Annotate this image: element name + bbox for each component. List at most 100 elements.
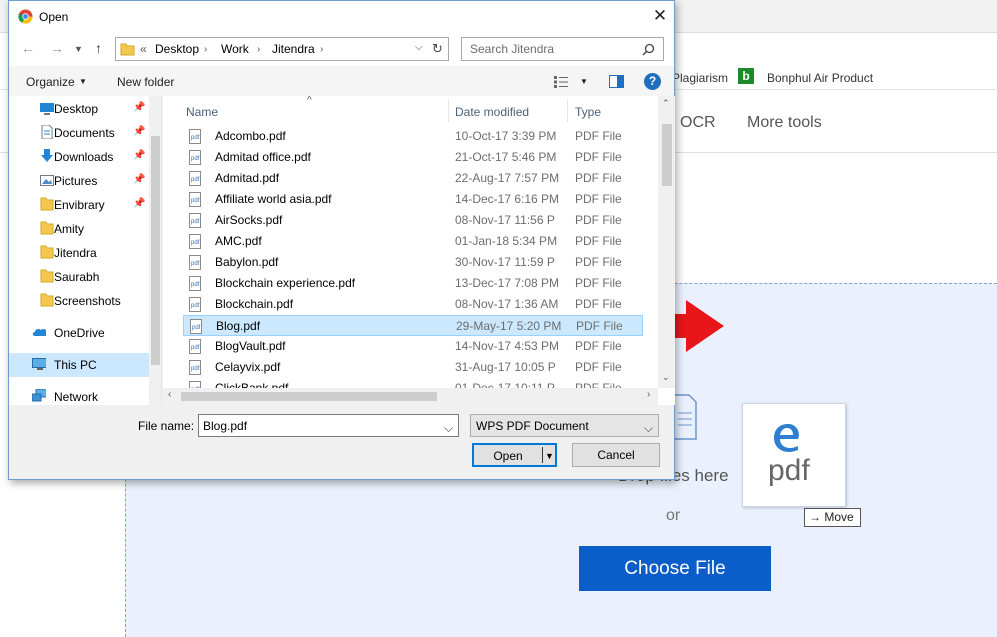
nav-item-label: Documents bbox=[54, 126, 115, 140]
this-pc-icon bbox=[32, 358, 46, 370]
open-button[interactable]: Open ▼ bbox=[472, 443, 557, 467]
forward-arrow-icon[interactable]: → bbox=[50, 40, 64, 56]
view-options-icon[interactable] bbox=[554, 76, 570, 88]
file-row[interactable]: Babylon.pdf 30-Nov-17 11:59 P PDF File bbox=[183, 252, 643, 273]
address-dropdown-icon[interactable]: ⌵ bbox=[415, 42, 423, 53]
file-type: PDF File bbox=[575, 297, 622, 311]
nav-item-pictures[interactable]: Pictures 📌 bbox=[9, 169, 149, 193]
file-row[interactable]: Blog.pdf 29-May-17 5:20 PM PDF File bbox=[183, 315, 643, 336]
organize-chevron-icon: ▼ bbox=[79, 77, 87, 86]
column-date-modified[interactable]: Date modified bbox=[455, 105, 529, 119]
pin-icon: 📌 bbox=[133, 126, 146, 137]
file-date: 14-Dec-17 6:16 PM bbox=[455, 192, 560, 206]
dialog-toolbar: Organize ▼ New folder ▼ ? bbox=[9, 66, 674, 96]
file-row[interactable]: AMC.pdf 01-Jan-18 5:34 PM PDF File bbox=[183, 231, 643, 252]
file-type: PDF File bbox=[575, 339, 622, 353]
file-name-field[interactable]: Blog.pdf ⌵ bbox=[198, 414, 459, 437]
cancel-button[interactable]: Cancel bbox=[572, 443, 660, 467]
file-row[interactable]: Admitad.pdf 22-Aug-17 7:57 PM PDF File bbox=[183, 168, 643, 189]
column-type[interactable]: Type bbox=[575, 105, 601, 119]
breadcrumb-desktop[interactable]: Desktop bbox=[155, 42, 199, 56]
address-bar[interactable]: « Desktop › Work › Jitendra › ⌵ ↻ bbox=[115, 37, 449, 61]
nav-item-label: Desktop bbox=[54, 102, 99, 116]
nav-item-label: Pictures bbox=[54, 174, 98, 188]
up-arrow-icon[interactable]: ↑ bbox=[95, 40, 102, 56]
column-separator[interactable] bbox=[448, 100, 449, 122]
nav-scrollbar-thumb[interactable] bbox=[151, 136, 160, 365]
navigation-pane: Desktop 📌 Documents 📌 Downloads 📌 Pictur… bbox=[9, 96, 162, 405]
nav-item-label: Jitendra bbox=[54, 246, 97, 260]
nav-item-downloads[interactable]: Downloads 📌 bbox=[9, 145, 149, 169]
nav-ocr[interactable]: OCR bbox=[680, 114, 716, 132]
scroll-up-icon[interactable]: ⌃ bbox=[662, 98, 670, 109]
breadcrumb-work[interactable]: Work bbox=[221, 42, 249, 56]
pdf-file-icon bbox=[189, 234, 201, 249]
document-ghost-icon bbox=[673, 394, 697, 440]
search-input[interactable]: Search Jitendra bbox=[461, 37, 664, 61]
bookmark-bonphul[interactable]: Bonphul Air Product bbox=[767, 71, 873, 85]
nav-more-tools[interactable]: More tools bbox=[747, 114, 822, 132]
preview-pane-icon[interactable] bbox=[609, 75, 624, 88]
file-row[interactable]: Celayvix.pdf 31-Aug-17 10:05 P PDF File bbox=[183, 357, 643, 378]
pictures-icon bbox=[40, 175, 54, 186]
file-row[interactable]: Admitad office.pdf 21-Oct-17 5:46 PM PDF F… bbox=[183, 147, 643, 168]
pin-icon: 📌 bbox=[133, 102, 146, 113]
view-chevron-icon[interactable]: ▼ bbox=[580, 77, 588, 86]
nav-item-saurabh[interactable]: Saurabh bbox=[9, 265, 149, 289]
scroll-right-icon[interactable]: › bbox=[647, 389, 650, 400]
breadcrumb-overflow[interactable]: « bbox=[140, 42, 147, 56]
nav-scrollbar[interactable] bbox=[149, 96, 161, 405]
choose-file-button[interactable]: Choose File bbox=[579, 546, 771, 591]
nav-item-this-pc[interactable]: This PC bbox=[9, 353, 149, 377]
file-row[interactable]: AirSocks.pdf 08-Nov-17 11:56 P PDF File bbox=[183, 210, 643, 231]
nav-item-amity[interactable]: Amity bbox=[9, 217, 149, 241]
file-list-hscroll-thumb[interactable] bbox=[181, 392, 437, 401]
nav-item-screenshots[interactable]: Screenshots bbox=[9, 289, 149, 313]
breadcrumb-jitendra[interactable]: Jitendra bbox=[272, 42, 315, 56]
nav-item-documents[interactable]: Documents 📌 bbox=[9, 121, 149, 145]
file-row[interactable]: Blockchain experience.pdf 13-Dec-17 7:08 … bbox=[183, 273, 643, 294]
close-button[interactable]: ✕ bbox=[650, 5, 670, 27]
file-name-dropdown-icon[interactable]: ⌵ bbox=[444, 421, 453, 436]
chrome-logo-icon bbox=[18, 9, 33, 24]
nav-item-envibrary[interactable]: Envibrary 📌 bbox=[9, 193, 149, 217]
back-arrow-icon[interactable]: ← bbox=[21, 40, 35, 56]
bookmark-plagiarism[interactable]: Plagiarism bbox=[672, 71, 728, 85]
file-list-hscrollbar[interactable]: ‹ › bbox=[163, 388, 658, 405]
move-arrow-icon: → bbox=[809, 510, 821, 524]
scroll-down-icon[interactable]: ⌄ bbox=[662, 372, 670, 383]
search-placeholder: Search Jitendra bbox=[470, 42, 555, 56]
folder-icon bbox=[40, 269, 54, 283]
file-row[interactable]: BlogVault.pdf 14-Nov-17 4:53 PM PDF File bbox=[183, 336, 643, 357]
folder-icon bbox=[40, 293, 54, 307]
open-dropdown-icon[interactable]: ▼ bbox=[545, 445, 554, 467]
nav-item-jitendra[interactable]: Jitendra bbox=[9, 241, 149, 265]
file-type: PDF File bbox=[575, 171, 622, 185]
organize-button[interactable]: Organize bbox=[26, 75, 75, 89]
pin-icon: 📌 bbox=[133, 174, 146, 185]
file-date: 14-Nov-17 4:53 PM bbox=[455, 339, 560, 353]
scroll-left-icon[interactable]: ‹ bbox=[168, 389, 171, 400]
file-name-value: Blog.pdf bbox=[203, 419, 248, 433]
nav-item-onedrive[interactable]: OneDrive bbox=[9, 321, 149, 345]
file-row[interactable]: Affiliate world asia.pdf 14-Dec-17 6:16 P… bbox=[183, 189, 643, 210]
help-icon[interactable]: ? bbox=[644, 73, 661, 90]
file-list-vscroll-thumb[interactable] bbox=[662, 124, 672, 186]
file-type-select[interactable]: WPS PDF Document ⌵ bbox=[470, 414, 659, 437]
column-separator[interactable] bbox=[567, 100, 568, 122]
nav-item-network[interactable]: Network bbox=[9, 385, 149, 405]
breadcrumb-chevron-icon: › bbox=[257, 44, 261, 55]
dragged-pdf-file: pdf bbox=[742, 403, 846, 507]
file-row[interactable]: Adcombo.pdf 10-Oct-17 3:39 PM PDF File bbox=[183, 126, 643, 147]
file-list-vscrollbar[interactable]: ⌃ ⌄ bbox=[658, 96, 675, 388]
column-name[interactable]: Name bbox=[186, 105, 218, 119]
pdf-file-icon bbox=[190, 319, 202, 334]
new-folder-button[interactable]: New folder bbox=[117, 75, 174, 89]
dialog-titlebar[interactable]: Open ✕ bbox=[9, 1, 674, 32]
nav-item-desktop[interactable]: Desktop 📌 bbox=[9, 97, 149, 121]
recent-chevron-icon[interactable]: ▼ bbox=[74, 44, 83, 54]
refresh-icon[interactable]: ↻ bbox=[432, 41, 443, 57]
file-type: PDF File bbox=[575, 234, 622, 248]
or-text: or bbox=[666, 507, 681, 524]
file-row[interactable]: Blockchain.pdf 08-Nov-17 1:36 AM PDF File bbox=[183, 294, 643, 315]
